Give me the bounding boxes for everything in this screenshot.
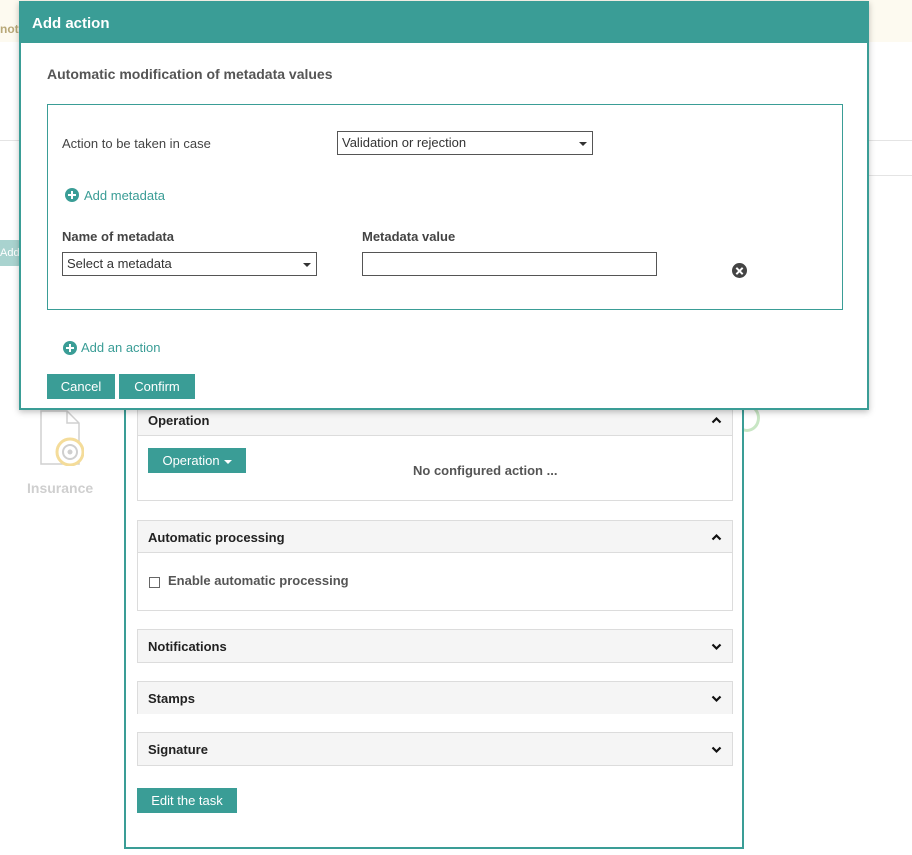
action-config-box: Action to be taken in case Validation or… (47, 104, 843, 310)
task-panel: Operation Operation No configured action… (124, 395, 744, 849)
metadata-name-select-value: Select a metadata (67, 256, 172, 271)
action-case-label: Action to be taken in case (62, 136, 211, 151)
add-action-link[interactable]: Add an action (81, 340, 161, 355)
add-metadata-link[interactable]: Add metadata (84, 188, 165, 203)
operation-button-label: Operation (162, 453, 220, 468)
caret-down-icon (303, 263, 311, 267)
caret-down-icon (223, 459, 232, 464)
modal-title: Add action (32, 15, 110, 32)
caret-down-icon (579, 142, 587, 146)
signature-section: Signature (137, 732, 733, 766)
notifications-section: Notifications (137, 629, 733, 663)
edit-task-button[interactable]: Edit the task (137, 788, 237, 813)
add-action-plus-icon[interactable] (63, 341, 77, 355)
chevron-down-icon[interactable] (711, 744, 722, 755)
metadata-name-header: Name of metadata (62, 229, 174, 244)
enable-automatic-processing-checkbox[interactable] (149, 577, 160, 588)
section-title: Notifications (148, 639, 227, 654)
stamps-section-header[interactable]: Stamps (138, 682, 732, 714)
no-configured-action-text: No configured action ... (413, 463, 558, 478)
section-title: Automatic processing (148, 530, 285, 545)
modal-subtitle: Automatic modification of metadata value… (47, 66, 333, 82)
document-icon (40, 410, 84, 466)
background-divider (868, 140, 912, 141)
signature-section-header[interactable]: Signature (138, 733, 732, 765)
section-title: Signature (148, 742, 208, 757)
background-divider (868, 175, 912, 176)
action-case-select-value: Validation or rejection (342, 135, 467, 150)
notifications-section-header[interactable]: Notifications (138, 630, 732, 662)
chevron-down-icon[interactable] (711, 641, 722, 652)
confirm-button[interactable]: Confirm (119, 374, 195, 399)
add-action-modal: Add action Automatic modification of met… (19, 1, 869, 410)
document-label: Insurance (27, 480, 94, 496)
section-title: Operation (148, 413, 210, 428)
section-title: Stamps (148, 691, 195, 706)
metadata-name-select[interactable]: Select a metadata (62, 252, 317, 276)
operation-dropdown-button[interactable]: Operation (148, 448, 246, 473)
enable-automatic-processing-label[interactable]: Enable automatic processing (168, 573, 349, 588)
modal-header: Add action (21, 3, 867, 43)
chevron-down-icon[interactable] (711, 693, 722, 704)
action-case-select[interactable]: Validation or rejection (337, 131, 593, 155)
cancel-button[interactable]: Cancel (47, 374, 115, 399)
operation-section: Operation Operation No configured action… (137, 403, 733, 501)
background-divider (0, 140, 20, 141)
automatic-processing-section-header[interactable]: Automatic processing (138, 521, 732, 553)
remove-metadata-icon[interactable] (732, 263, 747, 278)
automatic-processing-section: Automatic processing Enable automatic pr… (137, 520, 733, 611)
chevron-up-icon[interactable] (711, 415, 722, 426)
background-add-button[interactable]: Add (0, 240, 20, 266)
stamps-section: Stamps (137, 681, 733, 714)
metadata-value-input[interactable] (362, 252, 657, 276)
add-metadata-plus-icon[interactable] (65, 188, 79, 202)
chevron-up-icon[interactable] (711, 532, 722, 543)
metadata-value-header: Metadata value (362, 229, 456, 244)
